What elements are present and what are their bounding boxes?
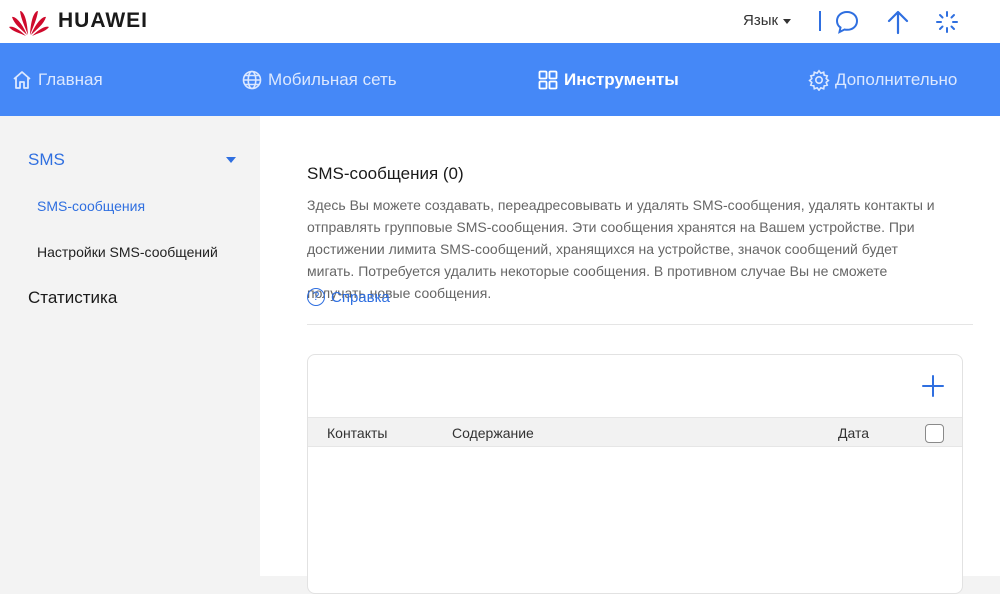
caret-down-icon[interactable] [226,157,236,163]
nav-item-mobile-network[interactable]: Мобильная сеть [241,43,397,116]
huawei-flower-icon [9,11,49,36]
caret-down-icon [783,19,792,24]
sidebar-group-statistics[interactable]: Статистика [28,288,117,308]
help-label: Справка [331,288,390,306]
language-label: Язык [743,12,779,29]
select-all-checkbox[interactable] [925,424,944,443]
nav-label: Инструменты [564,69,679,89]
sidebar-item-sms-settings[interactable]: Настройки SMS-сообщений [37,244,218,260]
top-bar: HUAWEI Язык [0,0,1000,43]
help-link[interactable]: ? Справка [307,288,390,306]
globe-icon [242,70,262,89]
table-header: Контакты Содержание Дата [308,417,962,447]
nav-label: Мобильная сеть [268,69,397,89]
divider [307,324,973,325]
language-selector[interactable]: Язык [743,12,792,29]
column-header-content[interactable]: Содержание [452,425,534,441]
upload-arrow-icon[interactable] [885,9,911,35]
sidebar: SMS SMS-сообщения Настройки SMS-сообщени… [0,116,260,576]
header-separator [819,11,821,31]
column-header-contacts[interactable]: Контакты [327,425,387,441]
loading-spinner-icon [936,11,958,33]
nav-label: Главная [38,69,103,89]
question-circle-icon: ? [307,288,325,306]
nav-label: Дополнительно [835,69,958,89]
main-nav: Главная Мобильная сеть Инструменты Допол… [0,43,1000,116]
page-description: Здесь Вы можете создавать, переадресовыв… [307,197,935,301]
huawei-logo[interactable]: HUAWEI [8,4,148,38]
nav-item-home[interactable]: Главная [11,43,103,116]
sidebar-item-sms-messages[interactable]: SMS-сообщения [37,198,145,214]
page-title: SMS-сообщения (0) [307,164,464,183]
nav-item-advanced[interactable]: Дополнительно [808,43,957,116]
sms-list-panel: Контакты Содержание Дата [307,354,963,594]
home-icon [13,70,31,89]
column-header-date[interactable]: Дата [838,425,869,441]
nav-item-tools[interactable]: Инструменты [537,43,679,116]
add-icon[interactable] [920,373,946,399]
brand-name: HUAWEI [58,9,148,32]
grid-icon [538,70,558,89]
chat-bubble-icon[interactable] [834,9,860,35]
gear-icon [808,68,830,91]
sidebar-group-sms[interactable]: SMS [28,150,65,170]
main-content: SMS-сообщения (0) Здесь Вы можете создав… [260,116,1000,594]
